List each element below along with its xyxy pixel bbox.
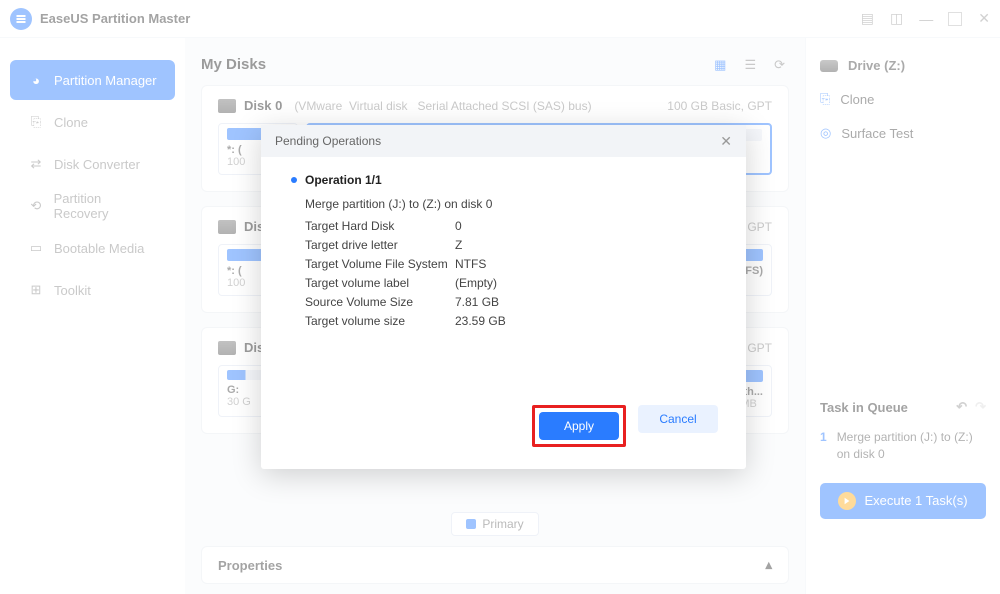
apply-button[interactable]: Apply bbox=[539, 412, 619, 440]
modal-title: Pending Operations bbox=[275, 134, 381, 148]
operation-description: Merge partition (J:) to (Z:) on disk 0 bbox=[305, 197, 716, 211]
operation-table: Target Hard Disk0 Target drive letterZ T… bbox=[305, 219, 716, 328]
bullet-icon bbox=[291, 177, 297, 183]
pending-operations-modal: Pending Operations ✕ Operation 1/1 Merge… bbox=[261, 125, 746, 469]
cancel-button[interactable]: Cancel bbox=[638, 405, 718, 433]
highlight-annotation: Apply bbox=[532, 405, 626, 447]
operation-title: Operation 1/1 bbox=[291, 173, 716, 187]
close-icon[interactable]: ✕ bbox=[720, 133, 732, 150]
